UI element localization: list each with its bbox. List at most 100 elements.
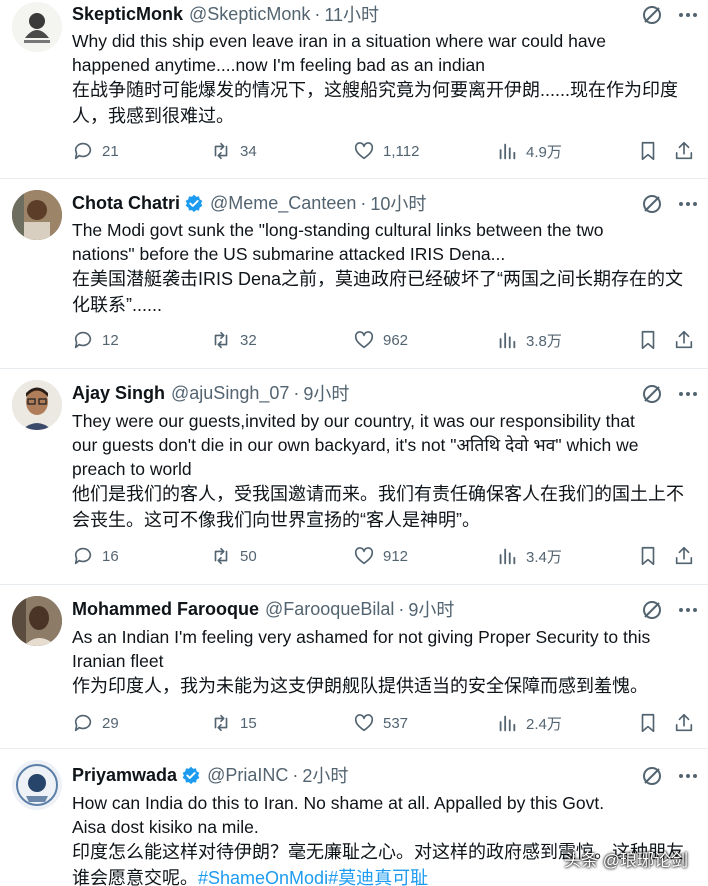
like-count: 537 <box>383 714 409 732</box>
more-options-icon[interactable] <box>676 3 700 27</box>
action-bar: 29 15 537 2.4万 <box>72 710 700 736</box>
separator-dot: · <box>314 3 321 24</box>
bookmark-icon <box>641 330 655 350</box>
views-button[interactable]: 2.4万 <box>496 710 562 736</box>
display-name[interactable]: Ajay Singh <box>72 383 165 404</box>
reply-count: 12 <box>102 331 119 349</box>
views-chart-icon <box>499 715 516 732</box>
separator-dot: · <box>398 598 405 619</box>
monk-avatar-image <box>12 2 62 52</box>
timestamp[interactable]: 11小时 <box>324 1 379 27</box>
timestamp[interactable]: 2小时 <box>302 762 348 788</box>
bookmark-button[interactable] <box>636 138 660 164</box>
share-button[interactable] <box>672 710 696 736</box>
bookmark-button[interactable] <box>636 710 660 736</box>
grok-icon[interactable] <box>640 598 664 622</box>
grok-icon[interactable] <box>640 3 664 27</box>
more-options-icon[interactable] <box>676 598 700 622</box>
user-handle[interactable]: @Meme_Canteen <box>210 193 356 214</box>
display-name[interactable]: Mohammed Farooque <box>72 599 259 620</box>
display-name[interactable]: Priyamwada <box>72 765 177 786</box>
views-button[interactable]: 4.9万 <box>496 138 562 164</box>
display-name[interactable]: SkepticMonk <box>72 4 183 25</box>
tweet-text: They were our guests,invited by our coun… <box>72 409 692 533</box>
heart-icon <box>354 142 374 160</box>
like-button[interactable]: 1,112 <box>353 138 419 164</box>
more-options-icon[interactable] <box>676 764 700 788</box>
divider <box>0 748 708 749</box>
avatar[interactable] <box>12 760 62 810</box>
share-icon <box>675 546 693 565</box>
timestamp[interactable]: 9小时 <box>408 596 454 622</box>
tweet-header: Chota Chatri @Meme_Canteen · 10小时 <box>72 190 426 216</box>
separator-dot: · <box>293 382 300 403</box>
repost-button[interactable]: 50 <box>210 543 257 569</box>
bookmark-button[interactable] <box>636 543 660 569</box>
avatar[interactable] <box>12 380 62 430</box>
separator-dot: · <box>292 764 299 785</box>
like-count: 962 <box>383 331 409 349</box>
translation-text-line: 作为印度人，我为未能为这支伊朗舰队提供适当的安全保障而感到羞愧。 <box>72 676 648 696</box>
repost-count: 32 <box>240 331 257 349</box>
like-button[interactable]: 962 <box>353 327 408 353</box>
divider <box>0 584 708 585</box>
like-button[interactable]: 912 <box>353 543 408 569</box>
separator-dot: · <box>360 192 367 213</box>
avatar[interactable] <box>12 2 62 52</box>
timestamp[interactable]: 10小时 <box>370 190 426 216</box>
avatar[interactable] <box>12 190 62 240</box>
tweet-text-line: happened anytime....now I'm feeling bad … <box>72 55 485 75</box>
reply-button[interactable]: 12 <box>72 327 119 353</box>
views-button[interactable]: 3.4万 <box>496 543 562 569</box>
timestamp[interactable]: 9小时 <box>303 380 349 406</box>
reply-count: 16 <box>102 547 119 565</box>
bookmark-icon <box>641 546 655 566</box>
grok-icon[interactable] <box>640 764 664 788</box>
tweet[interactable]: Chota Chatri @Meme_Canteen · 10小时 The Mo… <box>0 180 708 368</box>
user-photo-avatar <box>12 596 62 646</box>
user-handle[interactable]: @SkepticMonk <box>189 4 310 25</box>
avatar[interactable] <box>12 596 62 646</box>
reply-icon <box>74 142 92 160</box>
tweet-text: Why did this ship even leave iran in a s… <box>72 29 692 129</box>
heart-icon <box>354 714 374 732</box>
reply-icon <box>74 547 92 565</box>
reply-button[interactable]: 16 <box>72 543 119 569</box>
tweet[interactable]: Ajay Singh @ajuSingh_07 · 9小时 They were … <box>0 370 708 580</box>
share-icon <box>675 141 693 160</box>
reply-button[interactable]: 21 <box>72 138 119 164</box>
share-button[interactable] <box>672 327 696 353</box>
reply-button[interactable]: 29 <box>72 710 119 736</box>
share-button[interactable] <box>672 543 696 569</box>
tweet-header: Mohammed Farooque @FarooqueBilal · 9小时 <box>72 596 454 622</box>
share-button[interactable] <box>672 138 696 164</box>
bookmark-icon <box>641 141 655 161</box>
repost-count: 15 <box>240 714 257 732</box>
grok-icon[interactable] <box>640 382 664 406</box>
repost-button[interactable]: 32 <box>210 327 257 353</box>
tweet[interactable]: SkepticMonk @SkepticMonk · 11小时 Why did … <box>0 0 708 178</box>
share-icon <box>675 330 693 349</box>
translation-text-line: 在战争随时可能爆发的情况下，这艘船究竟为何要离开伊朗......现在作为印度 <box>72 80 679 100</box>
like-button[interactable]: 537 <box>353 710 408 736</box>
views-button[interactable]: 3.8万 <box>496 327 562 353</box>
repost-button[interactable]: 34 <box>210 138 257 164</box>
tweet-text-line: our guests don't die in our own backyard… <box>72 435 639 455</box>
like-count: 1,112 <box>383 142 420 160</box>
repost-button[interactable]: 15 <box>210 710 257 736</box>
user-handle[interactable]: @PriaINC <box>207 765 288 786</box>
views-count: 4.9万 <box>526 143 562 161</box>
display-name[interactable]: Chota Chatri <box>72 193 180 214</box>
more-options-icon[interactable] <box>676 192 700 216</box>
tweet-text-line: Why did this ship even leave iran in a s… <box>72 31 607 51</box>
grok-icon[interactable] <box>640 192 664 216</box>
hashtag-link[interactable]: #ShameOnModi#莫迪真可耻 <box>198 868 428 886</box>
tweet[interactable]: Mohammed Farooque @FarooqueBilal · 9小时 A… <box>0 586 708 746</box>
more-options-icon[interactable] <box>676 382 700 406</box>
reply-count: 21 <box>102 142 119 160</box>
tweet-text-line: How can India do this to Iran. No shame … <box>72 793 605 813</box>
like-count: 912 <box>383 547 409 565</box>
user-handle[interactable]: @FarooqueBilal <box>265 599 394 620</box>
bookmark-button[interactable] <box>636 327 660 353</box>
user-handle[interactable]: @ajuSingh_07 <box>171 383 289 404</box>
